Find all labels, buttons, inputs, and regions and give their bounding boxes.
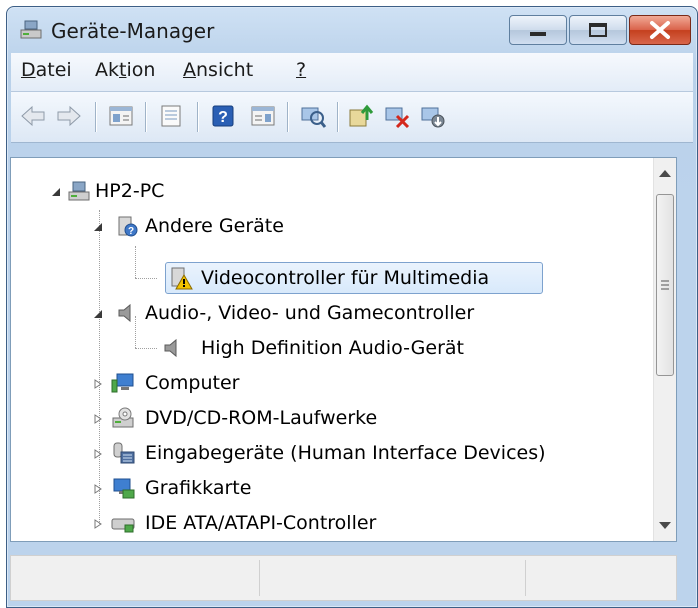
menu-help-mnemonic: ? — [296, 59, 307, 81]
close-icon — [650, 21, 670, 39]
device-manager-window: Geräte-Manager Datei Aktion Ansicht ? ? … — [6, 6, 698, 608]
tree-node-label: HP2-PC — [95, 180, 165, 202]
toolbar-separator — [145, 102, 146, 132]
speaker-icon — [118, 303, 131, 323]
menu-ansicht[interactable]: Ansicht — [183, 59, 253, 81]
menu-ansicht-label: nsicht — [196, 59, 254, 81]
svg-text:?: ? — [218, 109, 228, 126]
maximize-icon — [589, 23, 607, 37]
hid-icon — [113, 442, 135, 464]
warning-device-icon — [171, 267, 193, 290]
help-icon[interactable]: ? — [209, 102, 237, 130]
status-bar — [10, 555, 677, 601]
tree-node-label: IDE ATA/ATAPI-Controller — [145, 512, 377, 534]
tree-node-label: Andere Geräte — [145, 215, 284, 237]
menu-help[interactable]: ? — [296, 59, 306, 81]
menu-aktion-label-pre: Ak — [95, 59, 120, 81]
collapsed-triangle-icon[interactable] — [93, 414, 103, 424]
expanded-triangle-icon[interactable] — [93, 222, 103, 232]
tree-node-label: High Definition Audio-Gerät — [201, 337, 464, 359]
scroll-down-arrow-icon[interactable] — [659, 522, 671, 529]
status-pane — [261, 560, 526, 596]
disable-device-icon[interactable] — [419, 102, 447, 130]
collapsed-triangle-icon[interactable] — [93, 519, 103, 529]
properties-icon[interactable] — [157, 102, 185, 130]
toolbar-separator — [95, 102, 96, 132]
scroll-up-arrow-icon[interactable] — [659, 170, 671, 177]
show-hide-console-tree-icon[interactable] — [107, 102, 135, 130]
menu-datei-label: atei — [35, 59, 72, 81]
dvd-drive-icon — [112, 407, 134, 428]
device-tree[interactable]: HP2-PC ? Andere Geräte Videocontroller f… — [10, 157, 677, 542]
tree-node-dvd-cd[interactable]: DVD/CD-ROM-Laufwerke — [11, 403, 611, 433]
ide-controller-icon — [111, 518, 135, 533]
menu-aktion[interactable]: Aktion — [95, 59, 155, 81]
unknown-device-icon: ? — [118, 216, 138, 237]
vertical-scrollbar[interactable] — [653, 158, 676, 541]
toolbar-separator — [337, 102, 338, 132]
uninstall-icon[interactable] — [383, 102, 411, 130]
maximize-button[interactable] — [569, 15, 627, 45]
title-bar[interactable]: Geräte-Manager — [7, 7, 697, 51]
computer-icon — [111, 373, 134, 393]
minimize-button[interactable] — [509, 15, 567, 45]
tree-node-root[interactable]: HP2-PC — [11, 176, 611, 206]
menu-datei[interactable]: Datei — [21, 59, 72, 81]
tree-node-videocontroller[interactable]: Videocontroller für Multimedia — [11, 263, 611, 293]
tree-node-label: Eingabegeräte (Human Interface Devices) — [145, 442, 546, 464]
menu-datei-mnemonic: D — [21, 59, 36, 81]
expanded-triangle-icon[interactable] — [51, 187, 61, 197]
toolbar-separator — [287, 102, 288, 132]
show-action-pane-icon[interactable] — [249, 102, 277, 130]
tree-node-label: Videocontroller für Multimedia — [201, 267, 490, 289]
menu-ansicht-mnemonic: A — [183, 59, 196, 81]
tree-node-computer[interactable]: Computer — [11, 368, 611, 398]
update-driver-icon[interactable] — [347, 102, 375, 130]
forward-icon[interactable] — [55, 102, 83, 130]
collapsed-triangle-icon[interactable] — [93, 449, 103, 459]
tree-node-label: DVD/CD-ROM-Laufwerke — [145, 407, 378, 429]
menu-bar: Datei Aktion Ansicht ? — [11, 53, 693, 92]
tree-node-andere-geraete[interactable]: ? Andere Geräte — [11, 211, 611, 241]
tree-node-label: Audio-, Video- und Gamecontroller — [145, 302, 475, 324]
toolbar: ? — [11, 92, 693, 143]
tree-node-hid[interactable]: Eingabegeräte (Human Interface Devices) — [11, 438, 611, 468]
grip-icon — [661, 280, 669, 290]
window-title: Geräte-Manager — [51, 19, 215, 43]
toolbar-separator — [197, 102, 198, 132]
collapsed-triangle-icon[interactable] — [93, 379, 103, 389]
status-pane — [11, 560, 260, 596]
close-button[interactable] — [629, 15, 691, 45]
back-icon[interactable] — [19, 102, 47, 130]
caption-buttons — [507, 15, 691, 45]
collapsed-triangle-icon[interactable] — [93, 484, 103, 494]
tree-node-ide[interactable]: IDE ATA/ATAPI-Controller — [11, 508, 611, 538]
tree-node-grafikkarte[interactable]: Grafikkarte — [11, 473, 611, 503]
speaker-icon — [164, 338, 177, 358]
tree-node-hd-audio[interactable]: High Definition Audio-Gerät — [11, 333, 611, 363]
computer-root-icon — [68, 181, 90, 201]
scan-hardware-icon[interactable] — [299, 102, 327, 130]
tree-node-audio-video-game[interactable]: Audio-, Video- und Gamecontroller — [11, 298, 611, 328]
scrollbar-thumb[interactable] — [656, 194, 674, 376]
tree-node-label: Computer — [145, 372, 240, 394]
tree-node-label: Grafikkarte — [145, 477, 252, 499]
display-adapter-icon — [113, 478, 135, 499]
menu-aktion-label: ion — [126, 59, 156, 81]
minimize-icon — [530, 32, 546, 36]
svg-text:?: ? — [128, 226, 134, 237]
expanded-triangle-icon[interactable] — [93, 309, 103, 319]
computer-management-icon — [20, 20, 42, 39]
